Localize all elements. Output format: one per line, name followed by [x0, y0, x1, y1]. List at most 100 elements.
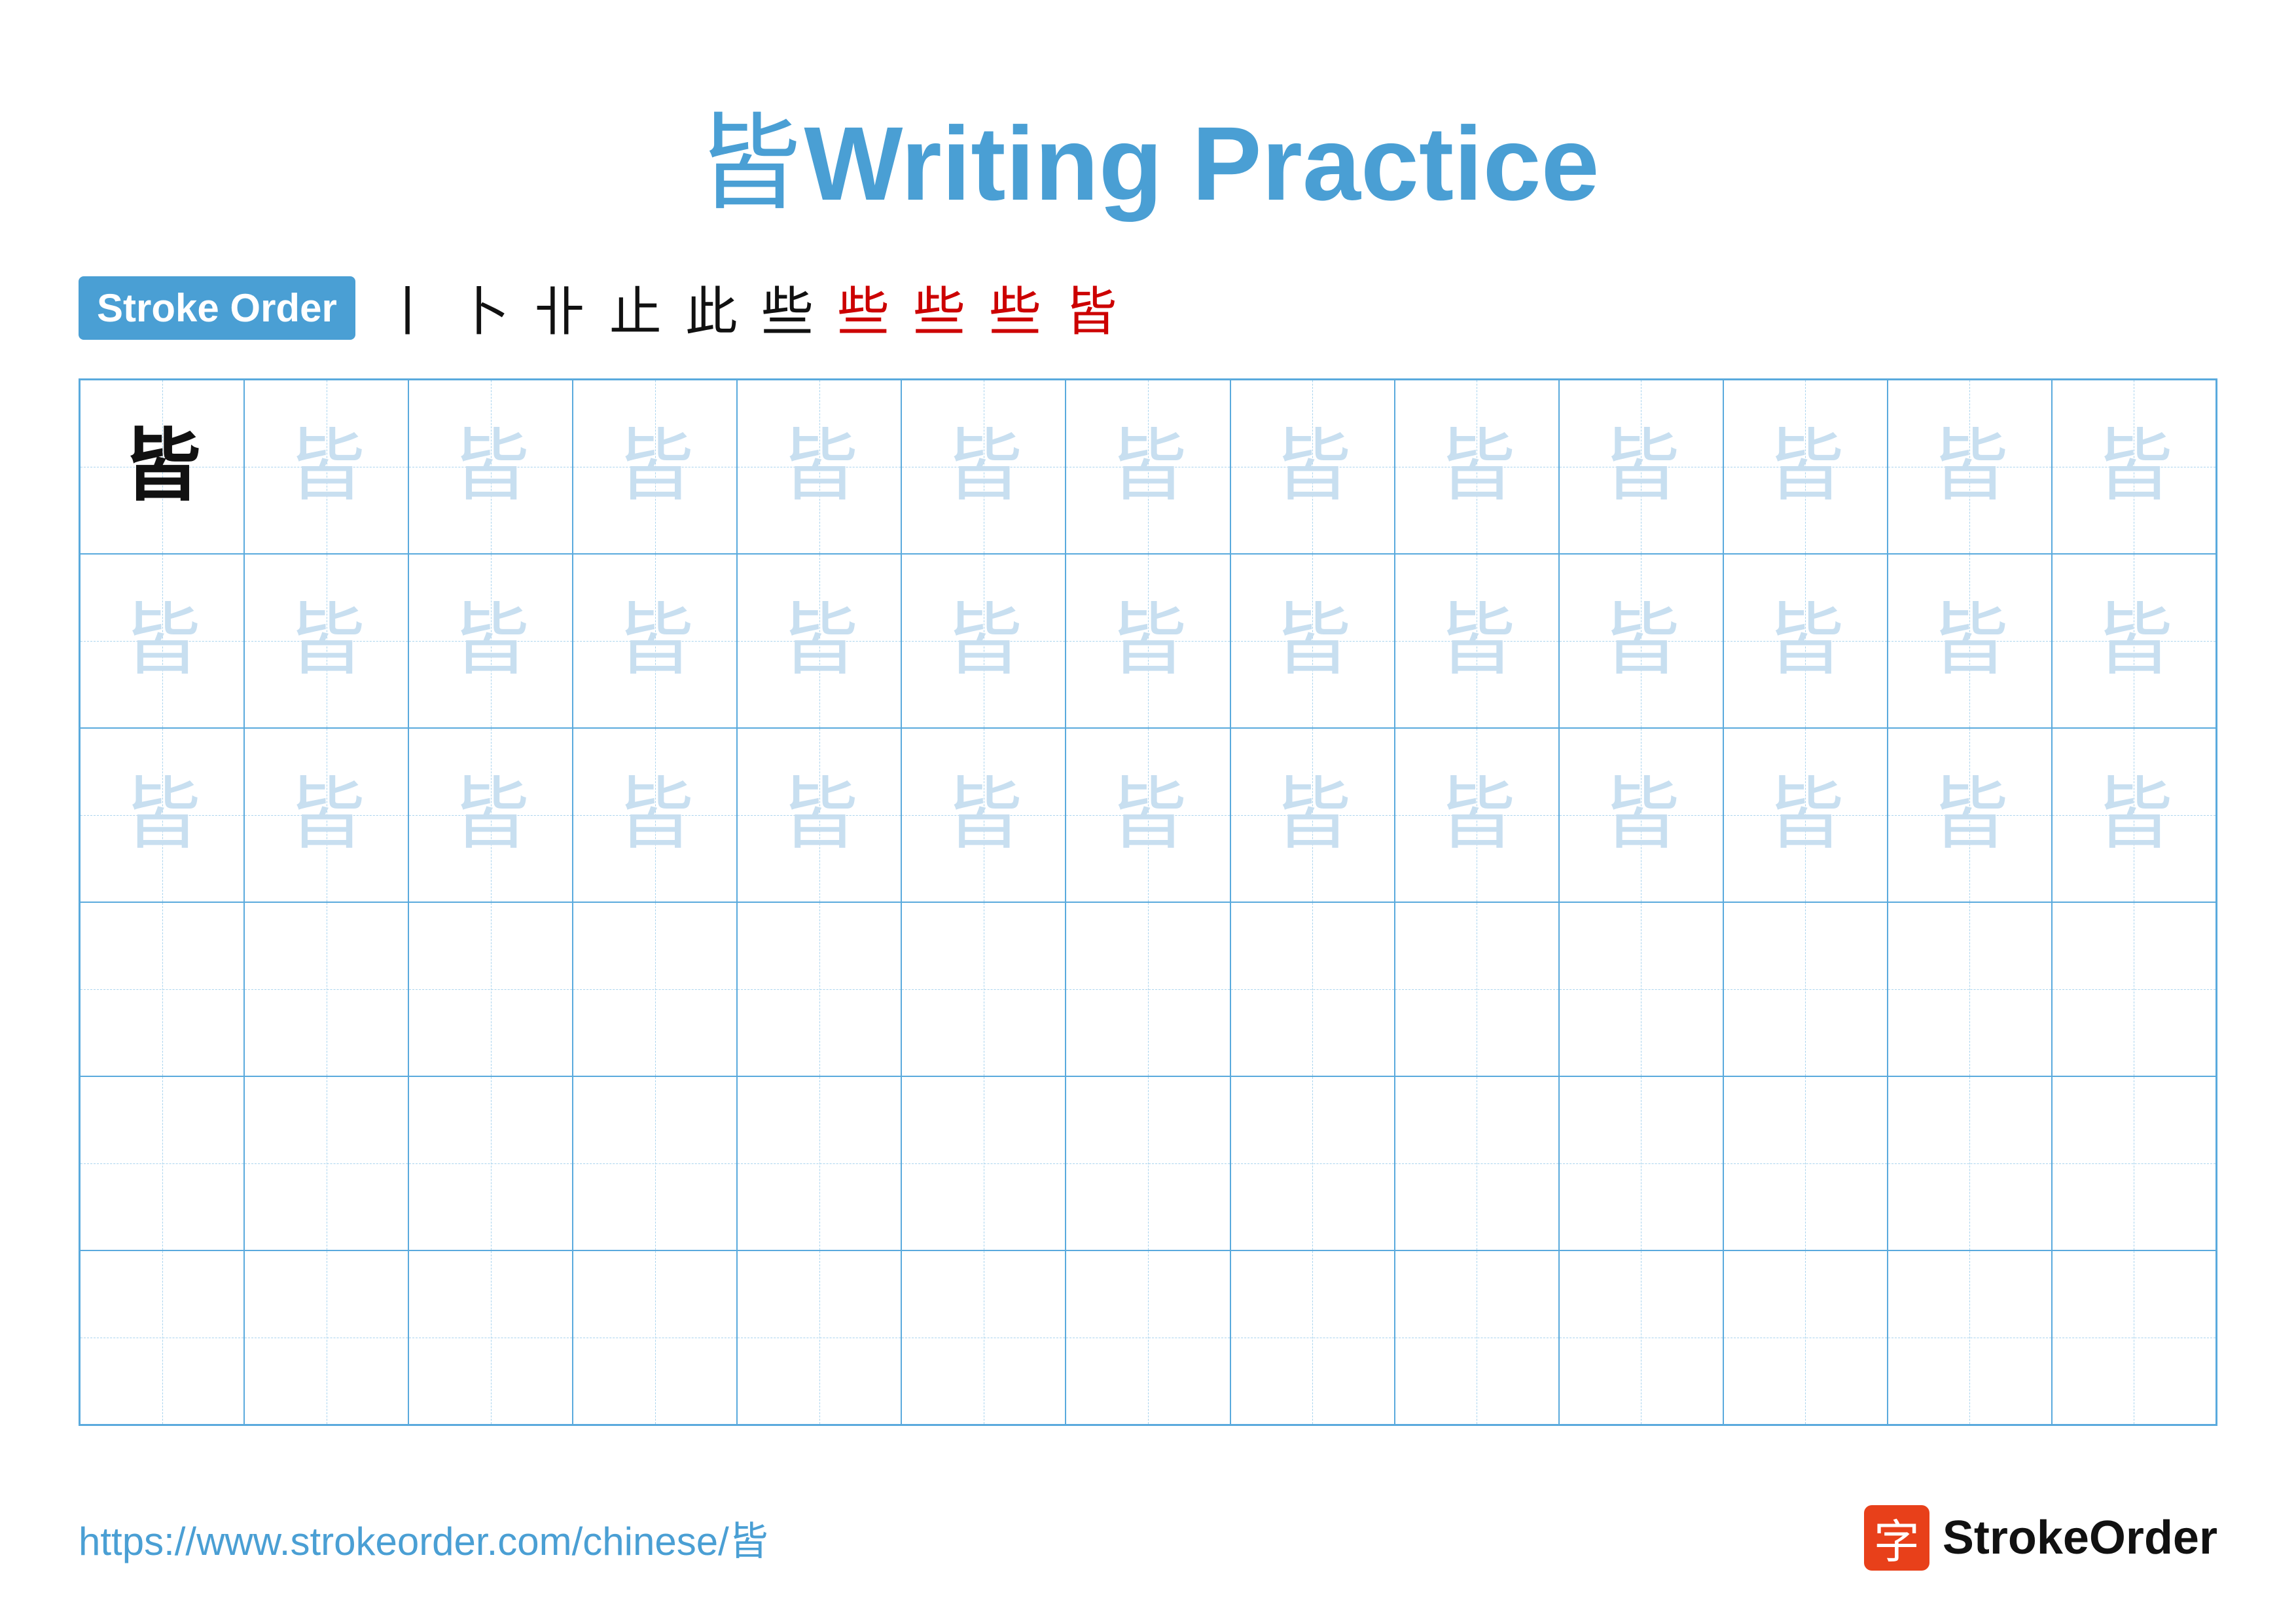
grid-cell[interactable]: 皆 [901, 728, 1066, 902]
grid-cell[interactable]: 皆 [244, 380, 408, 554]
cell-char: 皆 [944, 428, 1023, 506]
cell-char: 皆 [1273, 428, 1352, 506]
grid-cell[interactable]: 皆 [1559, 728, 1723, 902]
grid-cell[interactable] [737, 902, 901, 1076]
cell-char: 皆 [1437, 602, 1516, 680]
cell-char: 皆 [287, 776, 366, 854]
cell-char: 皆 [287, 428, 366, 506]
grid-cell[interactable] [573, 902, 737, 1076]
cell-char: 皆 [452, 428, 530, 506]
grid-cell[interactable]: 皆 [1395, 380, 1559, 554]
grid-cell[interactable]: 皆 [1888, 728, 2052, 902]
cell-char: 皆 [123, 428, 202, 506]
grid-cell[interactable] [1888, 1250, 2052, 1425]
grid-cell[interactable] [2052, 1076, 2216, 1250]
grid-cell[interactable]: 皆 [1888, 554, 2052, 728]
grid-cell[interactable] [2052, 902, 2216, 1076]
grid-cell[interactable] [901, 1076, 1066, 1250]
grid-cell[interactable] [1395, 1250, 1559, 1425]
grid-cell[interactable] [1723, 1250, 1888, 1425]
grid-cell[interactable] [573, 1076, 737, 1250]
grid-cell[interactable]: 皆 [80, 380, 244, 554]
stroke-step-5: 此 [685, 270, 738, 346]
grid-cell[interactable] [408, 1250, 573, 1425]
title-chinese-char: 皆 [696, 106, 801, 223]
grid-cell[interactable] [1395, 1076, 1559, 1250]
grid-cell[interactable]: 皆 [1066, 554, 1230, 728]
grid-cell[interactable]: 皆 [573, 380, 737, 554]
cell-char: 皆 [1273, 602, 1352, 680]
grid-cell[interactable] [1066, 902, 1230, 1076]
cell-char: 皆 [1766, 776, 1844, 854]
grid-cell[interactable]: 皆 [1230, 380, 1395, 554]
grid-cell[interactable]: 皆 [1230, 728, 1395, 902]
grid-cell[interactable]: 皆 [1066, 728, 1230, 902]
grid-cell[interactable]: 皆 [408, 554, 573, 728]
stroke-order-badge: Stroke Order [79, 276, 355, 340]
grid-cell[interactable]: 皆 [1723, 380, 1888, 554]
grid-cell[interactable]: 皆 [573, 554, 737, 728]
cell-char: 皆 [780, 776, 859, 854]
grid-cell[interactable] [244, 1250, 408, 1425]
grid-cell[interactable]: 皆 [1066, 380, 1230, 554]
grid-cell[interactable] [408, 1076, 573, 1250]
cell-char: 皆 [944, 602, 1023, 680]
grid-cell[interactable] [901, 902, 1066, 1076]
cell-char: 皆 [1109, 602, 1187, 680]
grid-cell[interactable] [244, 1076, 408, 1250]
stroke-step-7: 些 [837, 270, 889, 346]
grid-cell[interactable]: 皆 [573, 728, 737, 902]
grid-cell[interactable]: 皆 [901, 380, 1066, 554]
grid-cell[interactable]: 皆 [2052, 554, 2216, 728]
grid-cell[interactable] [1888, 902, 2052, 1076]
grid-cell[interactable] [2052, 1250, 2216, 1425]
logo-icon: 字 [1864, 1505, 1929, 1571]
grid-cell[interactable] [408, 902, 573, 1076]
grid-cell[interactable]: 皆 [737, 554, 901, 728]
grid-cell[interactable] [1230, 1076, 1395, 1250]
grid-cell[interactable]: 皆 [408, 728, 573, 902]
grid-cell[interactable] [1559, 1250, 1723, 1425]
practice-grid: 皆皆皆皆皆皆皆皆皆皆皆皆皆皆皆皆皆皆皆皆皆皆皆皆皆皆皆皆皆皆皆皆皆皆皆皆皆皆皆 [79, 378, 2217, 1426]
grid-cell[interactable]: 皆 [737, 380, 901, 554]
grid-cell[interactable] [1723, 902, 1888, 1076]
grid-cell[interactable]: 皆 [1559, 380, 1723, 554]
grid-cell[interactable] [1066, 1076, 1230, 1250]
grid-cell[interactable] [573, 1250, 737, 1425]
logo-text: StrokeOrder [1943, 1511, 2217, 1565]
grid-cell[interactable]: 皆 [1395, 554, 1559, 728]
grid-cell[interactable] [1888, 1076, 2052, 1250]
title-area: 皆 Writing Practice [79, 79, 2217, 230]
grid-cell[interactable] [737, 1250, 901, 1425]
grid-cell[interactable] [1559, 902, 1723, 1076]
grid-cell[interactable]: 皆 [408, 380, 573, 554]
grid-cell[interactable]: 皆 [80, 728, 244, 902]
grid-cell[interactable]: 皆 [1723, 554, 1888, 728]
grid-cell[interactable] [1230, 1250, 1395, 1425]
grid-cell[interactable]: 皆 [2052, 728, 2216, 902]
grid-cell[interactable]: 皆 [1559, 554, 1723, 728]
grid-cell[interactable]: 皆 [737, 728, 901, 902]
grid-cell[interactable]: 皆 [1395, 728, 1559, 902]
grid-cell[interactable] [1395, 902, 1559, 1076]
grid-cell[interactable]: 皆 [1723, 728, 1888, 902]
grid-cell[interactable] [737, 1076, 901, 1250]
grid-cell[interactable]: 皆 [80, 554, 244, 728]
grid-cell[interactable]: 皆 [2052, 380, 2216, 554]
grid-cell[interactable]: 皆 [1230, 554, 1395, 728]
grid-cell[interactable]: 皆 [244, 728, 408, 902]
grid-cell[interactable]: 皆 [244, 554, 408, 728]
grid-cell[interactable] [1230, 902, 1395, 1076]
stroke-steps: 丨 卜 卝 止 此 些 些 些 些 皆 [382, 270, 1117, 346]
grid-cell[interactable] [244, 902, 408, 1076]
cell-char: 皆 [1273, 776, 1352, 854]
grid-cell[interactable] [80, 902, 244, 1076]
grid-cell[interactable] [1066, 1250, 1230, 1425]
grid-cell[interactable]: 皆 [1888, 380, 2052, 554]
grid-cell[interactable] [901, 1250, 1066, 1425]
grid-cell[interactable] [1723, 1076, 1888, 1250]
grid-cell[interactable]: 皆 [901, 554, 1066, 728]
grid-cell[interactable] [1559, 1076, 1723, 1250]
grid-cell[interactable] [80, 1076, 244, 1250]
grid-cell[interactable] [80, 1250, 244, 1425]
